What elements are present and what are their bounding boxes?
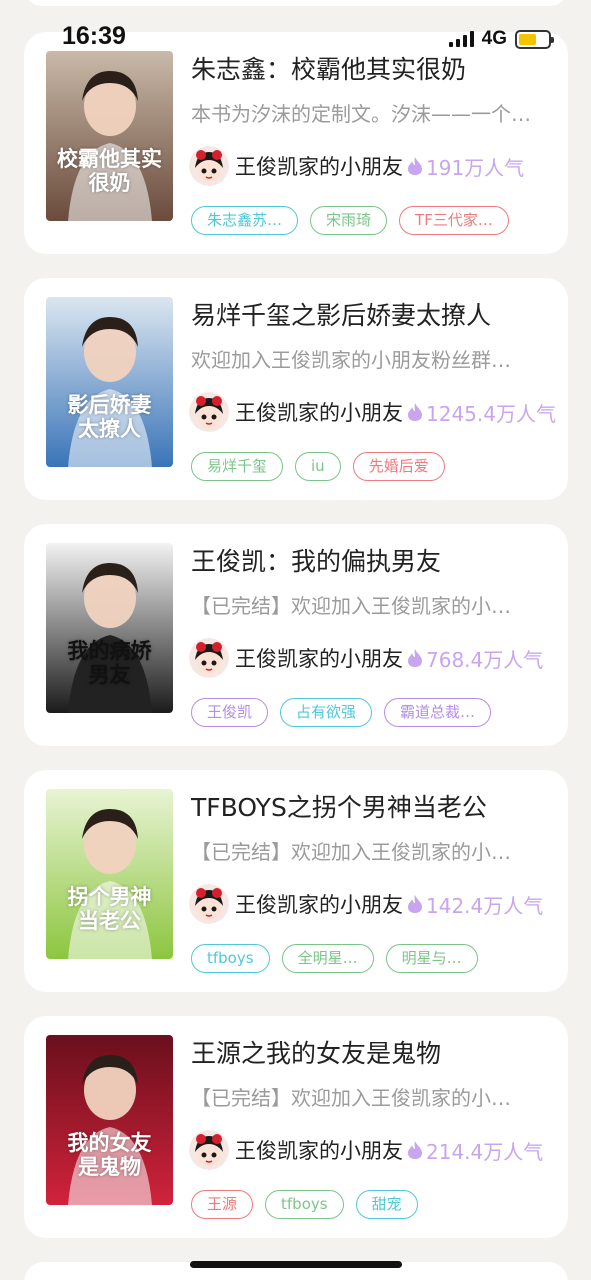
status-time: 16:39 [62,22,126,50]
book-card[interactable]: 校霸他其实 很奶 朱志鑫：校霸他其实很奶 本书为汐沫的定制文。汐沫——一个… 王… [24,32,568,254]
cover-title-text: 拐个男神 当老公 [67,884,152,933]
status-bar: 16:39 4G [0,0,591,52]
book-cover-image[interactable]: 我的女友 是鬼物 [46,1035,173,1205]
tag-chip[interactable]: tfboys [191,944,270,973]
book-description: 【已完结】欢迎加入王俊凯家的小… [191,1086,511,1110]
book-title[interactable]: 王源之我的女友是鬼物 [191,1034,551,1070]
flame-icon [408,157,422,175]
book-cover-image[interactable]: 校霸他其实 很奶 [46,51,173,221]
cover-title-text: 校霸他其实 很奶 [57,146,162,195]
author-avatar[interactable] [189,884,229,924]
book-title[interactable]: 易烊千玺之影后娇妻太撩人 [191,296,551,332]
tag-chip[interactable]: 宋雨琦 [310,206,388,235]
author-row[interactable]: 王俊凯家的小朋友 191万人气 [189,146,559,186]
flame-icon [408,1141,422,1159]
network-type: 4G [481,28,507,49]
tag-chip[interactable]: 明星与… [385,944,478,973]
book-card[interactable]: 影后娇妻 太撩人 易烊千玺之影后娇妻太撩人 欢迎加入王俊凯家的小朋友粉丝群… 王… [24,278,568,500]
status-indicators: 4G [448,28,554,50]
tag-chip[interactable]: 朱志鑫苏… [191,206,299,235]
flame-icon [408,649,422,667]
battery-icon [515,29,554,49]
popularity-count: 191万人气 [426,155,525,180]
flame-icon [408,895,422,913]
cover-title-text: 我的女友 是鬼物 [67,1130,152,1179]
tag-list: 朱志鑫苏… 宋雨琦 TF三代家… [191,206,509,235]
author-name[interactable]: 王俊凯家的小朋友 [235,151,403,181]
tag-chip[interactable]: iu [295,452,341,481]
author-name[interactable]: 王俊凯家的小朋友 [235,397,403,427]
tag-list: 王源 tfboys 甜宠 [191,1190,418,1219]
tag-list: 易烊千玺 iu 先婚后爱 [191,452,445,481]
flame-icon [408,403,422,421]
popularity-count: 214.4万人气 [426,1139,544,1164]
tag-chip[interactable]: 全明星… [281,944,374,973]
author-row[interactable]: 王俊凯家的小朋友 768.4万人气 [189,638,559,678]
author-name[interactable]: 王俊凯家的小朋友 [235,889,403,919]
book-description: 【已完结】欢迎加入王俊凯家的小… [191,594,511,618]
popularity-count: 142.4万人气 [426,893,544,918]
author-row[interactable]: 王俊凯家的小朋友 214.4万人气 [189,1130,559,1170]
tag-list: tfboys 全明星… 明星与… [191,944,478,973]
popularity-count: 768.4万人气 [426,647,544,672]
tag-chip[interactable]: 霸道总裁… [384,698,492,727]
author-avatar[interactable] [189,146,229,186]
tag-chip[interactable]: tfboys [265,1190,344,1219]
home-indicator[interactable] [190,1261,402,1268]
cover-title-text: 我的病娇 男友 [67,638,152,687]
author-row[interactable]: 王俊凯家的小朋友 142.4万人气 [189,884,559,924]
book-description: 欢迎加入王俊凯家的小朋友粉丝群… [191,348,511,372]
author-name[interactable]: 王俊凯家的小朋友 [235,1135,403,1165]
popularity-count: 1245.4万人气 [426,401,556,426]
book-description: 本书为汐沫的定制文。汐沫——一个… [191,102,531,126]
tag-chip[interactable]: 甜宠 [355,1190,418,1219]
author-name[interactable]: 王俊凯家的小朋友 [235,643,403,673]
author-row[interactable]: 王俊凯家的小朋友 1245.4万人气 [189,392,559,432]
tag-list: 王俊凯 占有欲强 霸道总裁… [191,698,492,727]
book-title[interactable]: 朱志鑫：校霸他其实很奶 [191,50,551,86]
signal-icon [448,31,474,47]
author-avatar[interactable] [189,392,229,432]
tag-chip[interactable]: 王源 [191,1190,254,1219]
author-avatar[interactable] [189,1130,229,1170]
tag-chip[interactable]: TF三代家… [399,206,509,235]
tag-chip[interactable]: 易烊千玺 [191,452,284,481]
tag-chip[interactable]: 占有欲强 [280,698,373,727]
tag-chip[interactable]: 王俊凯 [191,698,269,727]
tag-chip[interactable]: 先婚后爱 [352,452,445,481]
book-cover-image[interactable]: 拐个男神 当老公 [46,789,173,959]
author-avatar[interactable] [189,638,229,678]
book-title[interactable]: 王俊凯：我的偏执男友 [191,542,551,578]
book-card[interactable]: 我的女友 是鬼物 王源之我的女友是鬼物 【已完结】欢迎加入王俊凯家的小… 王俊凯… [24,1016,568,1238]
book-title[interactable]: TFBOYS之拐个男神当老公 [191,788,551,824]
book-description: 【已完结】欢迎加入王俊凯家的小… [191,840,511,864]
book-cover-image[interactable]: 我的病娇 男友 [46,543,173,713]
book-cover-image[interactable]: 影后娇妻 太撩人 [46,297,173,467]
book-card[interactable]: 拐个男神 当老公 TFBOYS之拐个男神当老公 【已完结】欢迎加入王俊凯家的小…… [24,770,568,992]
book-card[interactable]: 我的病娇 男友 王俊凯：我的偏执男友 【已完结】欢迎加入王俊凯家的小… 王俊凯家… [24,524,568,746]
cover-title-text: 影后娇妻 太撩人 [67,392,152,441]
